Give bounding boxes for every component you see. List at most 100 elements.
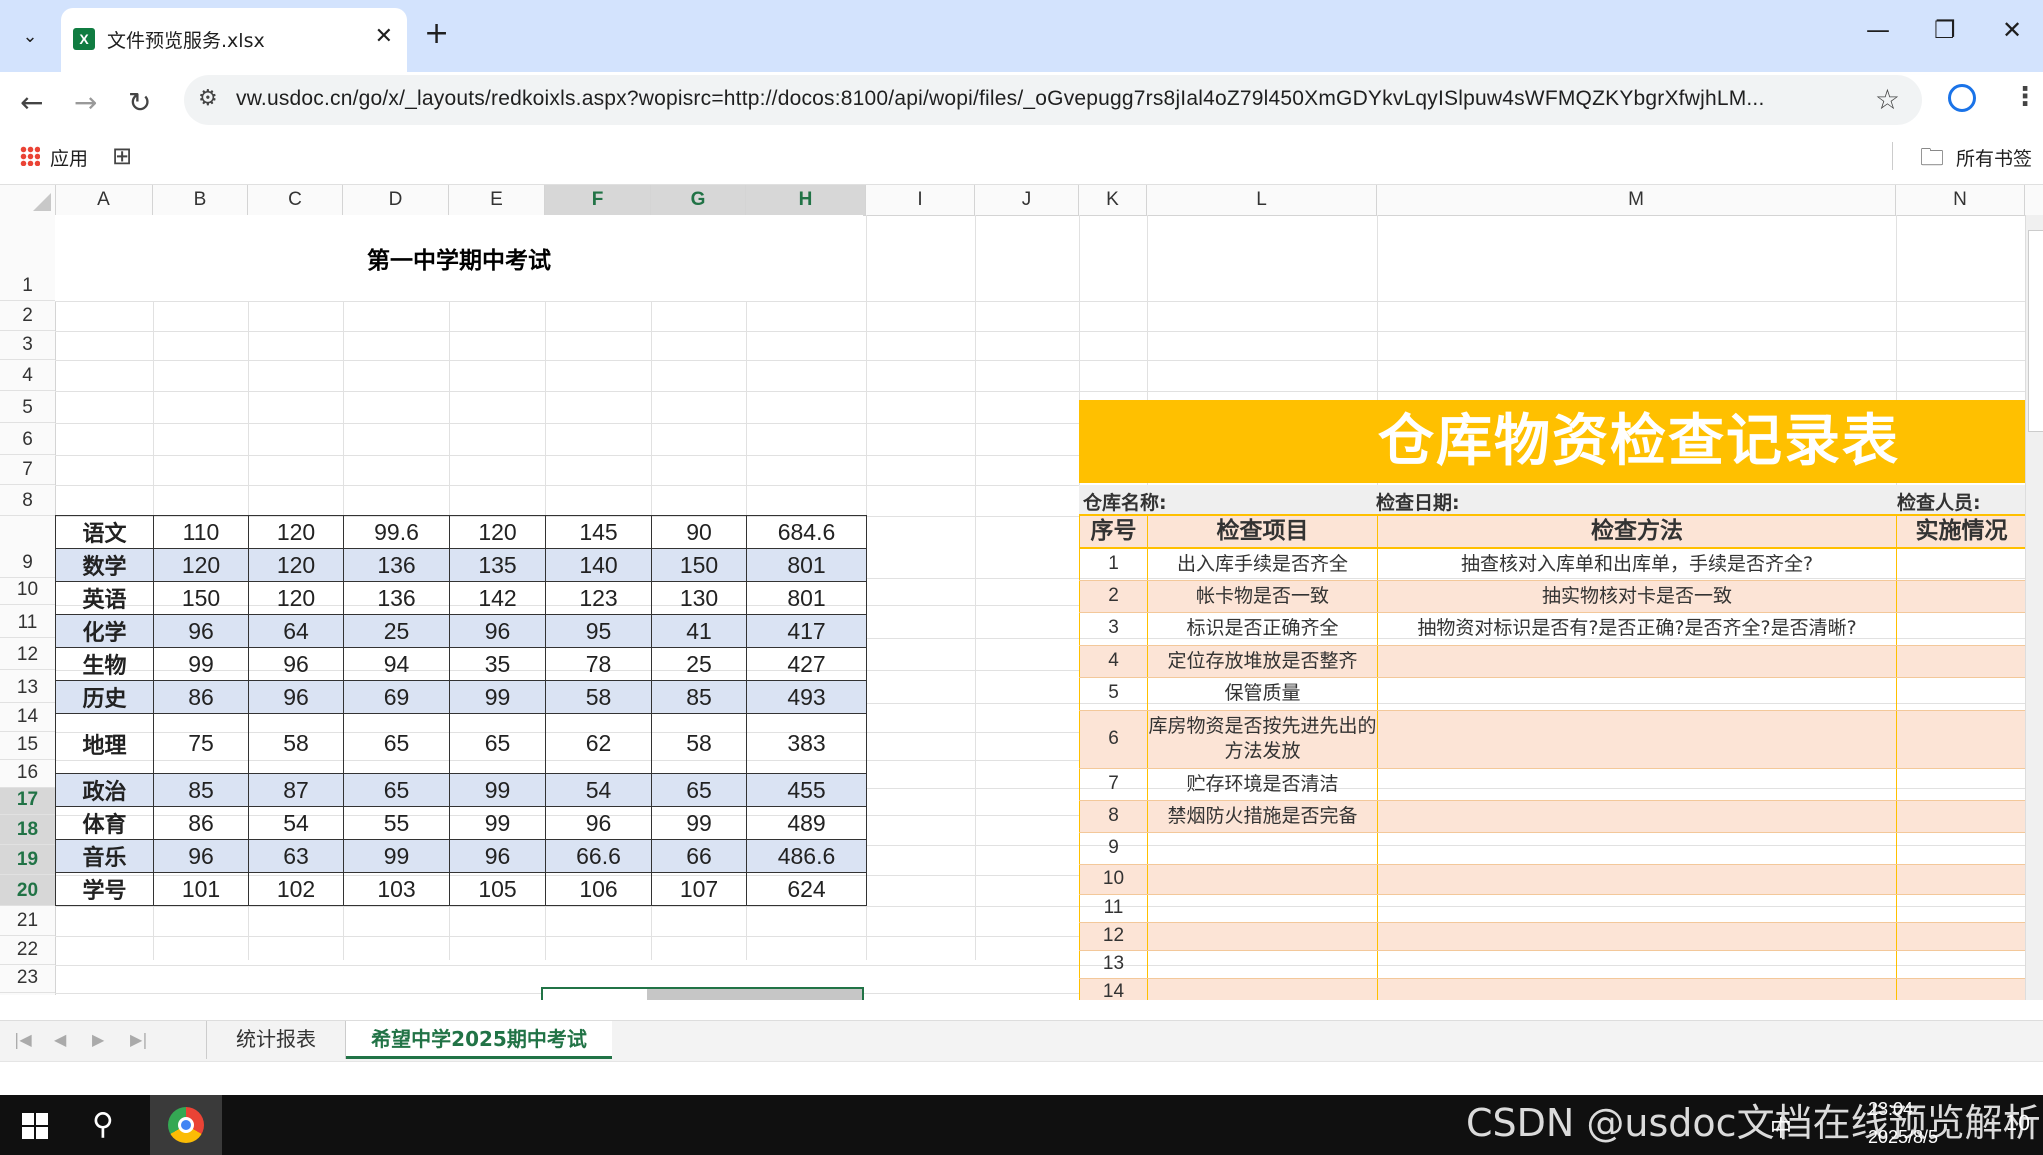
status-cell[interactable] (1896, 611, 2027, 646)
check-item-cell[interactable] (1147, 863, 1378, 895)
warehouse-title[interactable]: 仓库物资检查记录表 (1079, 400, 2027, 483)
search-icon[interactable]: ⚲ (92, 1107, 114, 1142)
score-cell[interactable]: 103 (343, 872, 450, 906)
score-cell[interactable]: 96 (153, 614, 249, 648)
prev-sheet-icon[interactable]: ◀ (54, 1030, 66, 1049)
score-cell[interactable]: 85 (153, 773, 249, 807)
next-sheet-icon[interactable]: ▶ (92, 1030, 104, 1049)
check-item-cell[interactable]: 定位存放堆放是否整齐 (1147, 644, 1378, 678)
score-cell[interactable]: 427 (746, 647, 867, 681)
row-header-3[interactable]: 3 (0, 331, 55, 360)
score-cell[interactable]: 624 (746, 872, 867, 906)
subject-cell[interactable]: 历史 (55, 680, 154, 714)
address-bar[interactable]: ⚙ vw.usdoc.cn/go/x/_layouts/redkoixls.as… (184, 75, 1922, 125)
subject-cell[interactable]: 数学 (55, 548, 154, 582)
score-cell[interactable]: 455 (746, 773, 867, 807)
score-cell[interactable]: 62 (545, 713, 652, 774)
check-method-cell[interactable] (1377, 949, 1897, 979)
score-cell[interactable]: 78 (545, 647, 652, 681)
all-bookmarks[interactable]: 所有书签 (1956, 144, 2032, 171)
status-cell[interactable] (1896, 676, 2027, 711)
warehouse-header-cell[interactable]: 实施情况 (1896, 514, 2027, 549)
score-cell[interactable]: 136 (343, 548, 450, 582)
column-header-L[interactable]: L (1147, 185, 1377, 215)
row-header-2[interactable]: 2 (0, 301, 55, 331)
score-cell[interactable]: 130 (651, 581, 747, 615)
column-header-G[interactable]: G (651, 185, 746, 215)
row-no-cell[interactable]: 8 (1079, 799, 1148, 833)
check-method-cell[interactable] (1377, 676, 1897, 711)
check-item-cell[interactable] (1147, 977, 1378, 1000)
score-cell[interactable]: 417 (746, 614, 867, 648)
row-no-cell[interactable]: 9 (1079, 831, 1148, 865)
row-no-cell[interactable]: 3 (1079, 611, 1148, 646)
score-cell[interactable]: 801 (746, 581, 867, 615)
status-cell[interactable] (1896, 709, 2027, 769)
row-header-13[interactable]: 13 (0, 670, 55, 703)
status-cell[interactable] (1896, 921, 2027, 951)
score-cell[interactable]: 120 (153, 548, 249, 582)
windows-start-icon[interactable] (22, 1113, 48, 1139)
row-header-18[interactable]: 18 (0, 815, 55, 845)
check-item-cell[interactable]: 禁烟防火措施是否完备 (1147, 799, 1378, 833)
score-cell[interactable]: 99 (449, 806, 546, 840)
column-header-B[interactable]: B (153, 185, 248, 215)
score-cell[interactable]: 489 (746, 806, 867, 840)
score-cell[interactable]: 96 (449, 839, 546, 873)
row-header-15[interactable]: 15 (0, 732, 55, 760)
column-header-A[interactable]: A (55, 185, 153, 215)
row-header-17[interactable]: 17 (0, 788, 55, 815)
column-header-I[interactable]: I (866, 185, 975, 215)
score-cell[interactable]: 107 (651, 872, 747, 906)
score-cell[interactable]: 486.6 (746, 839, 867, 873)
score-cell[interactable]: 684.6 (746, 515, 867, 549)
status-cell[interactable] (1896, 547, 2027, 581)
score-cell[interactable]: 90 (651, 515, 747, 549)
exam-title[interactable]: 第一中学期中考试 (55, 215, 863, 301)
score-cell[interactable]: 383 (746, 713, 867, 774)
score-cell[interactable]: 85 (651, 680, 747, 714)
row-header-5[interactable]: 5 (0, 391, 55, 423)
tab-search-button[interactable]: ⌄ (10, 16, 50, 56)
score-cell[interactable]: 99 (651, 806, 747, 840)
subject-cell[interactable]: 语文 (55, 515, 154, 549)
row-header-22[interactable]: 22 (0, 936, 55, 965)
score-cell[interactable]: 65 (651, 773, 747, 807)
score-cell[interactable]: 136 (343, 581, 450, 615)
score-cell[interactable]: 64 (248, 614, 344, 648)
row-header-4[interactable]: 4 (0, 360, 55, 391)
row-header-11[interactable]: 11 (0, 605, 55, 638)
score-cell[interactable]: 106 (545, 872, 652, 906)
row-header-6[interactable]: 6 (0, 423, 55, 455)
row-no-cell[interactable]: 7 (1079, 767, 1148, 801)
row-header-20[interactable]: 20 (0, 875, 55, 906)
check-method-cell[interactable] (1377, 799, 1897, 833)
score-cell[interactable]: 99 (449, 773, 546, 807)
score-cell[interactable]: 41 (651, 614, 747, 648)
score-cell[interactable]: 25 (651, 647, 747, 681)
score-cell[interactable]: 102 (248, 872, 344, 906)
subject-cell[interactable]: 生物 (55, 647, 154, 681)
score-cell[interactable]: 65 (343, 773, 450, 807)
subject-cell[interactable]: 学号 (55, 872, 154, 906)
status-cell[interactable] (1896, 863, 2027, 895)
row-header-8[interactable]: 8 (0, 485, 55, 516)
score-cell[interactable]: 99 (153, 647, 249, 681)
column-header-E[interactable]: E (449, 185, 545, 215)
row-no-cell[interactable]: 13 (1079, 949, 1148, 979)
score-cell[interactable]: 96 (248, 647, 344, 681)
score-cell[interactable]: 86 (153, 680, 249, 714)
check-method-cell[interactable]: 抽查核对入库单和出库单，手续是否齐全? (1377, 547, 1897, 581)
check-item-cell[interactable]: 保管质量 (1147, 676, 1378, 711)
score-cell[interactable]: 69 (343, 680, 450, 714)
score-cell[interactable]: 142 (449, 581, 546, 615)
row-header-7[interactable]: 7 (0, 455, 55, 485)
row-header-16[interactable]: 16 (0, 760, 55, 788)
score-cell[interactable]: 493 (746, 680, 867, 714)
status-cell[interactable] (1896, 977, 2027, 1000)
score-cell[interactable]: 120 (248, 515, 344, 549)
sheet-tab-stats[interactable]: 统计报表 (206, 1021, 346, 1059)
subject-cell[interactable]: 政治 (55, 773, 154, 807)
forward-arrow-icon[interactable]: → (74, 86, 97, 119)
score-cell[interactable]: 150 (153, 581, 249, 615)
